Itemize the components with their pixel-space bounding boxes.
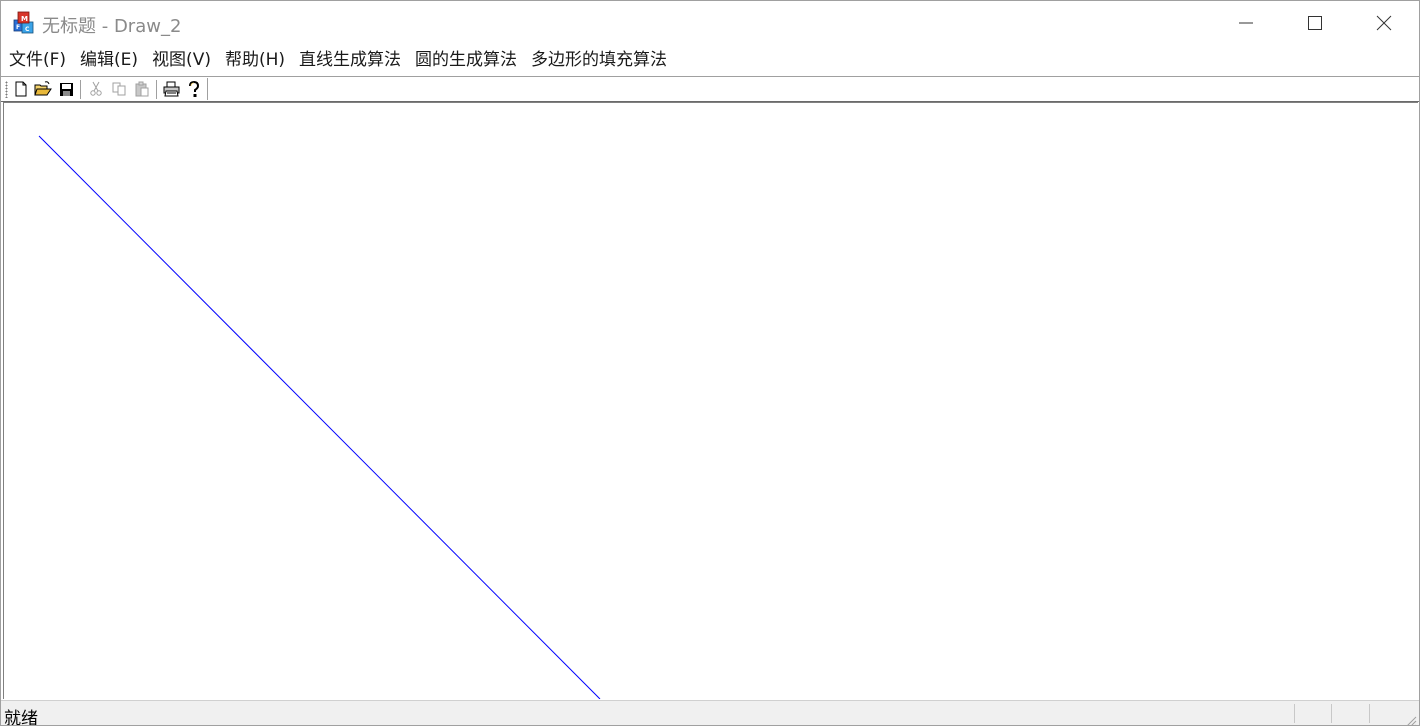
minimize-button[interactable] — [1211, 1, 1281, 45]
resize-grip-icon[interactable] — [1405, 712, 1417, 725]
maximize-icon — [1308, 16, 1322, 30]
status-bar: 就绪 — [1, 700, 1419, 726]
standard-toolbar — [3, 78, 208, 100]
maximize-button[interactable] — [1280, 1, 1350, 45]
print-button[interactable] — [161, 80, 181, 98]
window-title: 无标题 - Draw_2 — [42, 16, 182, 37]
paste-icon — [135, 81, 149, 97]
menu-edit[interactable]: 编辑(E) — [73, 46, 145, 74]
copy-button[interactable] — [109, 80, 129, 98]
cut-icon — [90, 81, 102, 96]
new-button[interactable] — [11, 80, 31, 98]
svg-text:C: C — [25, 26, 30, 33]
app-window: M F C 无标题 - Draw_2 文件(F) 编辑(E) 视图(V) 帮助(… — [0, 0, 1420, 726]
close-icon — [1376, 15, 1392, 31]
menu-circle-algorithms[interactable]: 圆的生成算法 — [408, 46, 524, 74]
toolbar-grip[interactable] — [5, 81, 8, 98]
toolbar-separator — [80, 80, 82, 99]
menu-line-algorithms[interactable]: 直线生成算法 — [292, 46, 408, 74]
minimize-icon — [1239, 22, 1253, 24]
svg-text:F: F — [16, 24, 20, 31]
save-icon — [59, 82, 73, 96]
drawing-canvas[interactable] — [3, 102, 1418, 699]
drawn-line — [38, 135, 601, 699]
cut-button[interactable] — [86, 80, 106, 98]
status-pane-num — [1331, 704, 1332, 723]
copy-icon — [112, 82, 126, 96]
help-button[interactable] — [184, 80, 204, 98]
status-pane-scrl — [1369, 704, 1370, 723]
svg-text:M: M — [21, 15, 28, 23]
open-folder-icon — [34, 81, 52, 96]
menu-bar: 文件(F) 编辑(E) 视图(V) 帮助(H) 直线生成算法 圆的生成算法 多边… — [1, 46, 1419, 74]
menu-polygon-fill-algorithms[interactable]: 多边形的填充算法 — [524, 46, 674, 74]
toolbar — [1, 76, 1419, 102]
menu-help[interactable]: 帮助(H) — [218, 46, 292, 74]
menu-view[interactable]: 视图(V) — [145, 46, 218, 74]
app-icon[interactable]: M F C — [12, 11, 36, 35]
save-button[interactable] — [56, 80, 76, 98]
open-button[interactable] — [33, 80, 53, 98]
help-icon — [189, 80, 200, 97]
status-pane-caps — [1294, 704, 1295, 723]
status-text: 就绪 — [4, 709, 38, 726]
print-icon — [163, 81, 179, 97]
menu-file[interactable]: 文件(F) — [1, 46, 73, 74]
toolbar-separator — [156, 80, 158, 99]
new-document-icon — [15, 81, 27, 97]
paste-button[interactable] — [132, 80, 152, 98]
close-button[interactable] — [1349, 1, 1419, 45]
canvas-svg — [38, 135, 601, 699]
title-bar[interactable]: M F C 无标题 - Draw_2 — [1, 1, 1419, 45]
